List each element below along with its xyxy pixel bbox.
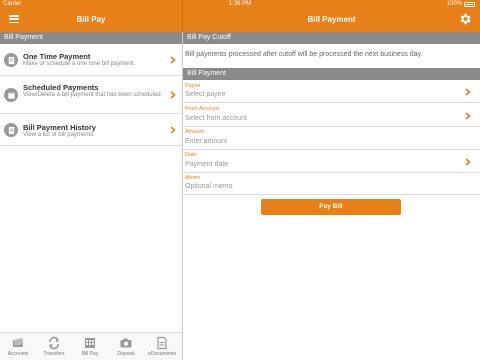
tab-deposit[interactable]: Deposit xyxy=(108,335,144,357)
tab-label: eDocuments xyxy=(147,351,177,357)
left-panel-title: Bill Pay xyxy=(76,15,106,24)
from-account-field[interactable]: From Account Select from account xyxy=(183,103,480,127)
payment-date-input[interactable]: Payment date xyxy=(185,161,228,168)
tab-accounts[interactable]: Accounts xyxy=(0,335,36,357)
chevron-right-icon xyxy=(465,88,471,96)
history-icon xyxy=(4,123,18,137)
status-time: 1:36 PM xyxy=(228,1,252,7)
chevron-right-icon xyxy=(465,158,471,166)
from-account-select[interactable]: Select from account xyxy=(185,115,247,122)
accounts-icon xyxy=(13,338,24,347)
list-item-description: View a list of bill payments. xyxy=(23,132,95,138)
calendar-icon xyxy=(4,88,18,102)
document-icon xyxy=(4,53,18,67)
field-label: Memo xyxy=(185,175,201,181)
tab-label: Bill Pay xyxy=(81,351,99,357)
chevron-right-icon xyxy=(170,56,176,64)
camera-icon xyxy=(120,338,132,348)
list-item-description: Make or schedule a one time bill payment… xyxy=(23,61,136,67)
edocuments-icon xyxy=(157,336,167,350)
cutoff-section-header: Bill Pay Cutoff xyxy=(183,32,480,44)
field-label: Payee xyxy=(185,83,201,89)
list-item-title: Bill Payment History xyxy=(23,123,96,132)
battery-percent: 100% xyxy=(446,1,462,7)
tab-edocuments[interactable]: eDocuments xyxy=(144,335,180,357)
gear-icon[interactable] xyxy=(458,12,472,26)
field-label: Date xyxy=(185,152,197,158)
tab-bar: Accounts Transfers Bill Pay Deposit eDoc… xyxy=(0,332,182,360)
chevron-right-icon xyxy=(170,91,176,99)
list-item-scheduled-payments[interactable]: Scheduled Payments View/Delete a bill pa… xyxy=(0,76,182,114)
chevron-right-icon xyxy=(465,112,471,120)
tab-transfers[interactable]: Transfers xyxy=(36,335,72,357)
list-item-title: One Time Payment xyxy=(23,52,91,61)
memo-input[interactable]: Optional memo xyxy=(185,183,232,190)
tab-label: Transfers xyxy=(43,351,65,357)
tab-bill-pay[interactable]: Bill Pay xyxy=(72,335,108,357)
list-item-title: Scheduled Payments xyxy=(23,83,99,92)
left-section-header: Bill Payment xyxy=(0,32,182,44)
tab-label: Deposit xyxy=(117,351,135,357)
pay-bill-button[interactable]: Pay Bill xyxy=(261,199,401,215)
tab-label: Accounts xyxy=(7,351,29,357)
right-panel-title: Bill Payment xyxy=(307,15,356,24)
amount-field[interactable]: Amount Enter amount xyxy=(183,127,480,150)
topbar-divider xyxy=(182,0,183,32)
list-item-bill-payment-history[interactable]: Bill Payment History View a list of bill… xyxy=(0,114,182,146)
field-label: From Account xyxy=(185,106,219,112)
battery-status: 100% xyxy=(447,1,475,7)
cutoff-notice: Bill payments processed after cutoff wil… xyxy=(185,51,423,58)
bill-pay-icon xyxy=(85,338,95,348)
form-section-header: Bill Payment xyxy=(183,68,480,80)
amount-input[interactable]: Enter amount xyxy=(185,138,227,145)
date-field[interactable]: Date Payment date xyxy=(183,150,480,173)
list-item-description: View/Delete a bill payment that has been… xyxy=(23,92,163,98)
payee-select[interactable]: Select payee xyxy=(185,91,225,98)
field-label: Amount xyxy=(185,129,204,135)
transfers-icon xyxy=(49,336,59,350)
battery-icon xyxy=(464,1,475,7)
chevron-right-icon xyxy=(170,126,176,134)
memo-field[interactable]: Memo Optional memo xyxy=(183,173,480,195)
list-item-one-time-payment[interactable]: One Time Payment Make or schedule a one … xyxy=(0,44,182,76)
payee-field[interactable]: Payee Select payee xyxy=(183,80,480,103)
